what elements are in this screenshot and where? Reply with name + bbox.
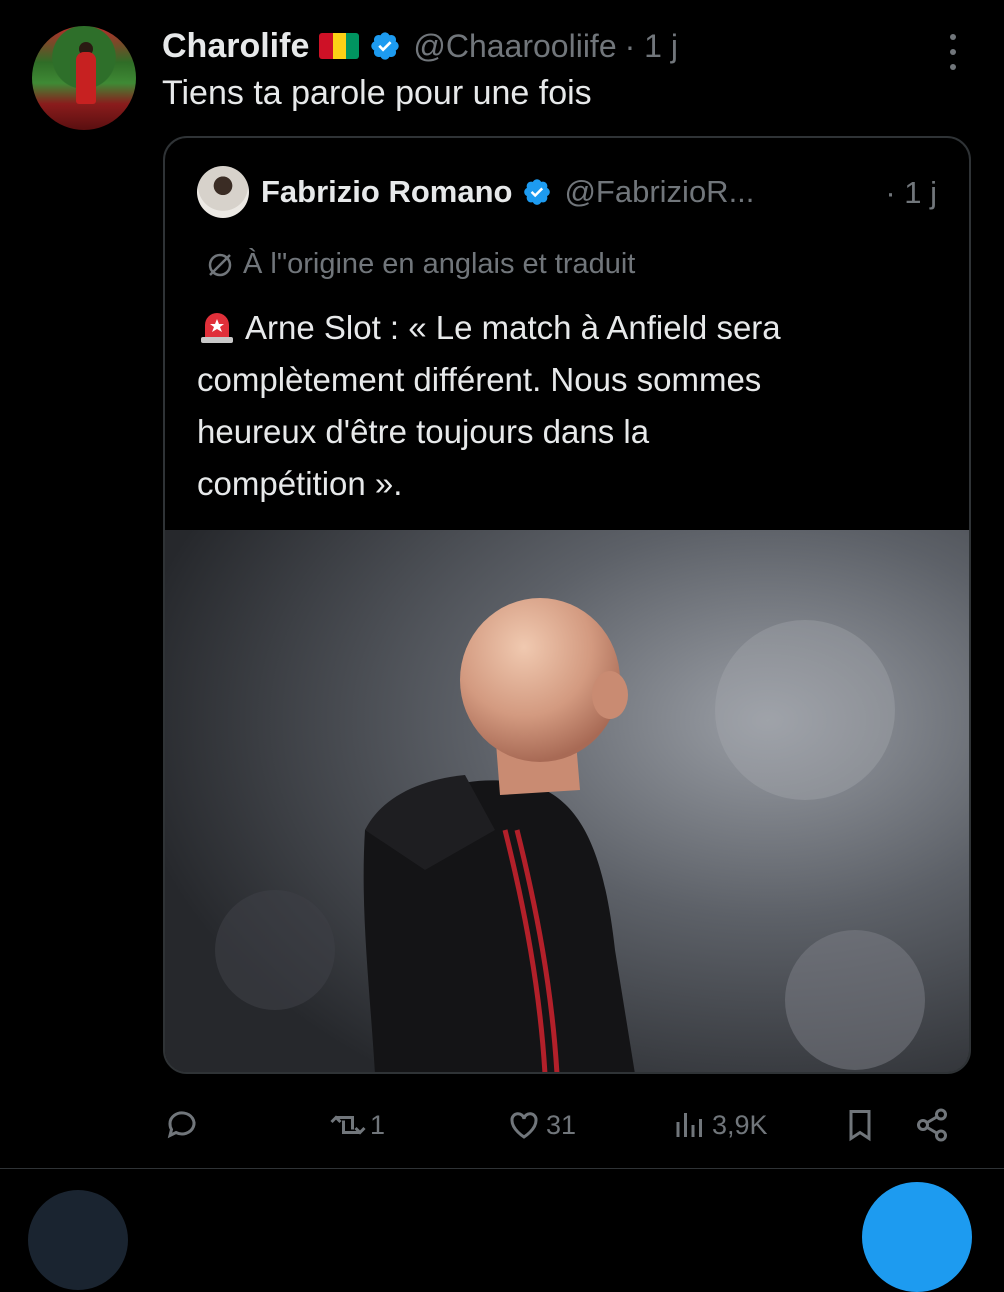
compose-fab-button[interactable] [862,1182,972,1292]
more-options-icon[interactable] [940,32,966,72]
views-button[interactable]: 3,9K [672,1100,768,1150]
quoted-author-handle: @FabrizioR... [564,174,755,209]
author-avatar[interactable] [32,26,136,130]
action-bar: 1 31 3,9K [0,1100,1004,1150]
quoted-text-line-4: compétition ». [197,465,403,502]
retweet-count: 1 [370,1109,386,1140]
share-icon [917,1108,947,1142]
tweet-header: Charolife @Chaarooliife · 1 j [162,24,678,68]
quoted-text-line-2: complètement différent. Nous sommes [197,361,762,398]
bookmark-button[interactable] [842,1100,878,1150]
like-button[interactable]: 31 [506,1100,576,1150]
reply-button[interactable] [164,1100,204,1150]
quoted-photo[interactable] [165,530,969,1072]
quoted-author-name: Fabrizio Romano [261,174,513,209]
photo-illustration [165,530,969,1072]
views-count: 3,9K [712,1109,768,1140]
heart-icon [510,1112,538,1139]
quoted-author-avatar [197,166,249,218]
tweet-text: Tiens ta parole pour une fois [162,74,592,112]
translate-icon [208,253,232,276]
quoted-text-line-3: heureux d'être toujours dans la [197,413,650,450]
translation-note-text: À l"origine en anglais et traduit [243,248,636,280]
quoted-header: Fabrizio Romano @FabrizioR... [197,166,754,218]
quoted-time: · 1 j [885,175,937,210]
author-name[interactable]: Charolife [162,27,309,66]
retweet-button[interactable]: 1 [330,1100,385,1150]
siren-emoji-icon [201,313,233,343]
verified-badge-icon [524,179,551,205]
verified-badge-icon [371,32,400,60]
quoted-tweet[interactable]: Fabrizio Romano @FabrizioR... · 1 j À l"… [163,136,971,1074]
quoted-text: Arne Slot : « Le match à Anfield sera co… [197,302,937,510]
like-count: 31 [546,1109,577,1140]
translation-note: À l"origine en anglais et traduit [205,248,635,281]
bookmark-icon [849,1110,871,1142]
views-chart-icon [676,1113,702,1137]
quoted-text-line-1: Arne Slot : « Le match à Anfield sera [245,309,781,346]
retweet-icon [330,1115,366,1135]
divider [0,1168,1004,1169]
avatar-person-body [76,52,96,104]
tweet-time[interactable]: · 1 j [625,28,678,65]
next-tweet-avatar[interactable] [28,1190,128,1290]
author-handle[interactable]: @Chaarooliife [413,28,616,65]
share-button[interactable] [914,1100,950,1150]
guinea-flag-icon [319,33,360,59]
reply-icon [167,1111,196,1139]
